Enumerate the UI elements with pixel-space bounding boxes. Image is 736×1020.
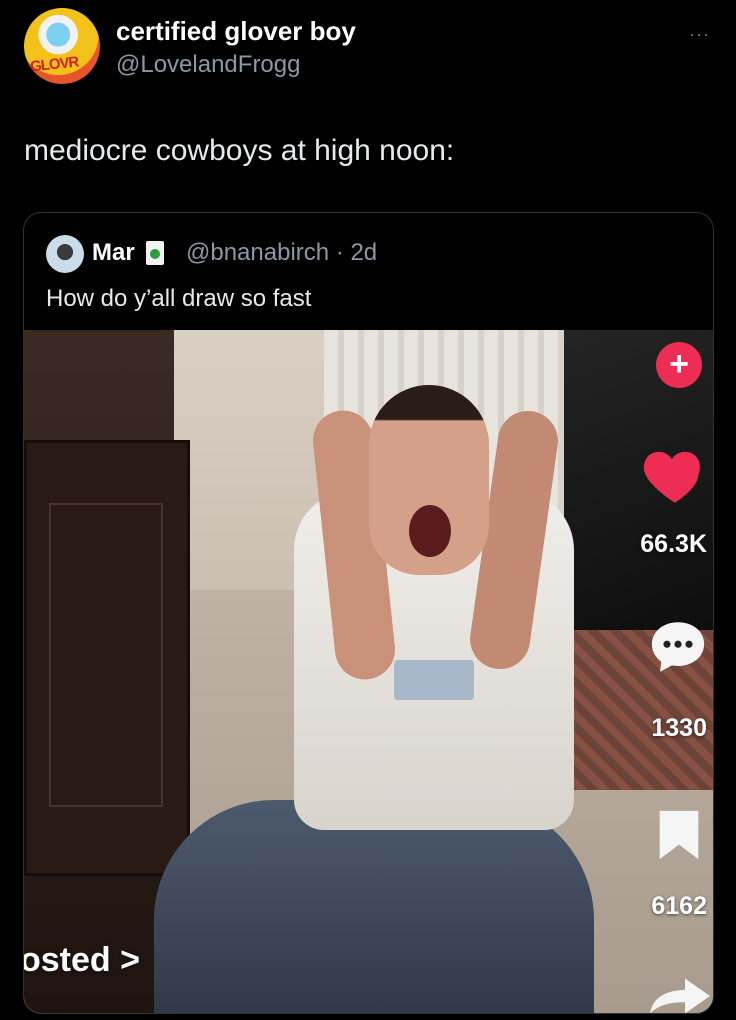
- author-handle[interactable]: @LovelandFrogg: [116, 51, 300, 79]
- share-icon[interactable]: [650, 978, 710, 1013]
- likes-count: 66.3K: [640, 530, 707, 558]
- more-options-icon[interactable]: ···: [689, 24, 710, 45]
- bookmarks-count: 6162: [651, 892, 707, 920]
- author-avatar[interactable]: GLOVR: [24, 8, 100, 84]
- quoted-tweet[interactable]: Mar @bnanabirch · 2d How do y’all draw s…: [23, 212, 714, 1014]
- quoted-display-name[interactable]: Mar: [92, 239, 135, 267]
- quoted-text: How do y’all draw so fast: [46, 285, 312, 312]
- author-display-name[interactable]: certified glover boy: [116, 16, 356, 47]
- avatar-logo-text: GLOVR: [29, 53, 80, 76]
- follow-plus-button[interactable]: +: [656, 342, 702, 388]
- heart-icon[interactable]: [638, 438, 712, 512]
- comments-count: 1330: [651, 714, 707, 742]
- person-mouth: [409, 505, 451, 557]
- juice-box-emoji-icon: [146, 241, 164, 265]
- person-legs: [154, 800, 594, 1013]
- tweet-header: GLOVR certified glover boy @LovelandFrog…: [24, 6, 714, 86]
- quoted-avatar[interactable]: [46, 235, 84, 273]
- quoted-video[interactable]: + 66.3K 1330 6162 osted >: [24, 330, 713, 1013]
- tweet-text: mediocre cowboys at high noon:: [24, 134, 455, 167]
- scene-cabinet: [24, 440, 190, 876]
- quoted-handle-time: @bnanabirch · 2d: [186, 239, 378, 266]
- comment-icon[interactable]: [644, 614, 712, 680]
- reposted-label[interactable]: osted >: [24, 941, 140, 980]
- shirt-print: [394, 660, 474, 700]
- bookmark-icon[interactable]: [650, 802, 708, 868]
